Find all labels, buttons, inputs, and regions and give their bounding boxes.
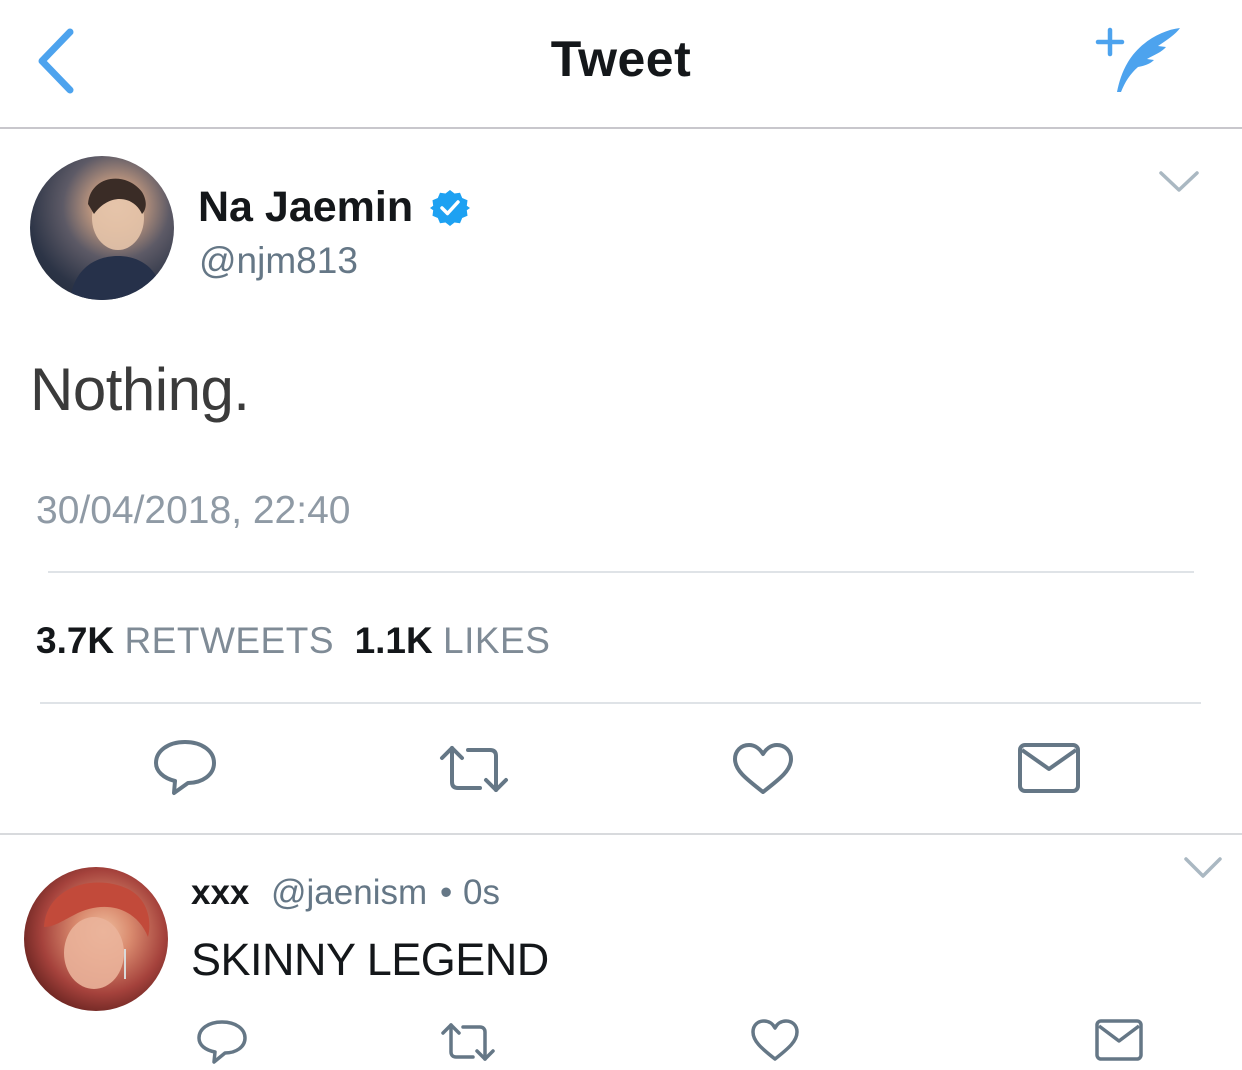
reply-author-handle[interactable]: @jaenism	[271, 873, 427, 913]
divider	[48, 571, 1194, 573]
reply-icon[interactable]	[152, 737, 218, 799]
retweet-icon[interactable]	[436, 744, 512, 794]
verified-badge-icon	[430, 190, 470, 226]
reply-icon[interactable]	[196, 1018, 248, 1066]
author-name[interactable]: Na Jaemin	[198, 183, 413, 232]
heart-icon[interactable]	[750, 1018, 800, 1062]
reply-time: 0s	[463, 873, 500, 912]
tweet-stats: 3.7K RETWEETS 1.1K LIKES	[36, 620, 550, 662]
heart-icon[interactable]	[731, 742, 795, 796]
tweet-timestamp: 30/04/2018, 22:40	[36, 489, 351, 532]
reply-text: SKINNY LEGEND	[191, 934, 549, 985]
author-handle[interactable]: @njm813	[199, 240, 358, 282]
tweet-text: Nothing.	[30, 356, 250, 423]
reply-options-chevron-icon[interactable]	[1183, 855, 1223, 881]
retweet-stat[interactable]: 3.7K RETWEETS	[36, 620, 334, 661]
reply-separator: •	[440, 873, 453, 912]
like-stat[interactable]: 1.1K LIKES	[355, 620, 551, 661]
divider	[40, 702, 1201, 704]
retweet-icon[interactable]	[438, 1022, 498, 1062]
compose-quill-icon[interactable]	[1092, 22, 1187, 97]
tweet-options-chevron-icon[interactable]	[1158, 168, 1200, 196]
reply-author-name[interactable]: xxx	[191, 873, 249, 913]
avatar-portrait	[44, 882, 150, 989]
author-avatar[interactable]	[30, 156, 174, 300]
reply-author-avatar[interactable]	[24, 867, 168, 1011]
divider	[0, 833, 1242, 835]
envelope-icon[interactable]	[1017, 741, 1081, 795]
like-label: LIKES	[443, 620, 551, 661]
page-title: Tweet	[550, 31, 692, 87]
like-count: 1.1K	[354, 620, 433, 661]
retweet-count: 3.7K	[36, 620, 115, 661]
envelope-icon[interactable]	[1094, 1018, 1144, 1062]
retweet-label: RETWEETS	[124, 620, 334, 661]
avatar-portrait	[70, 178, 164, 300]
